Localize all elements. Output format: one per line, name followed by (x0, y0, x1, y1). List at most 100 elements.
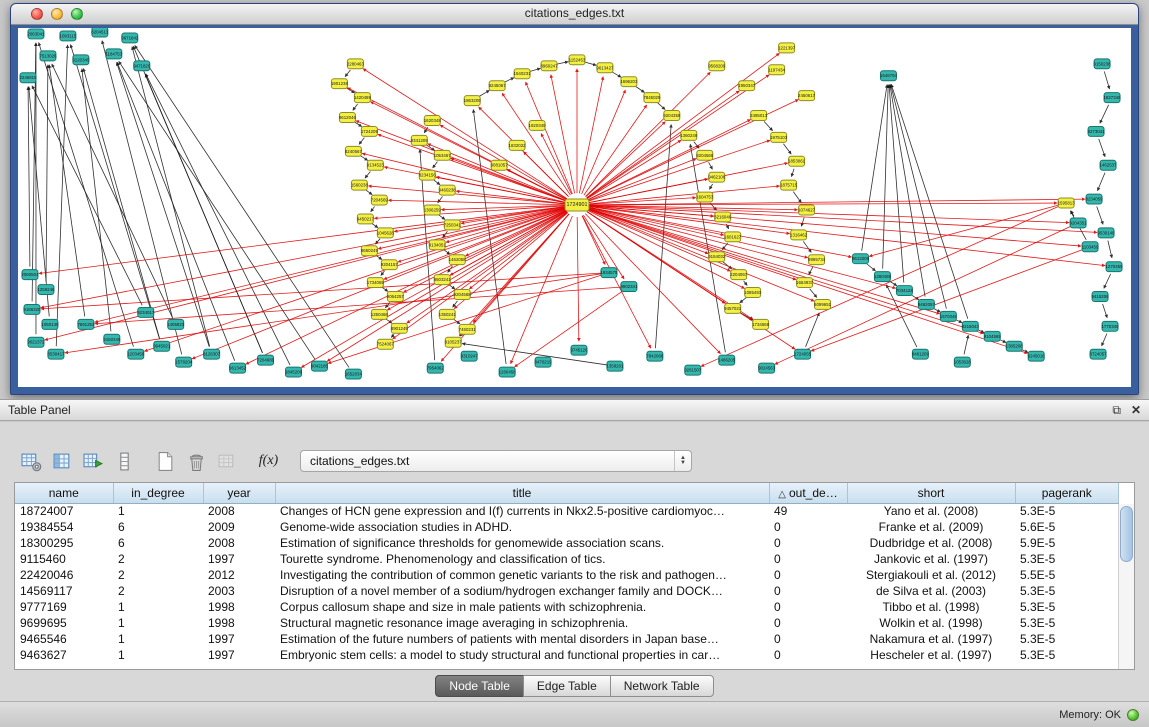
export-table-icon[interactable] (80, 448, 107, 474)
column-header-title[interactable]: title (275, 483, 769, 503)
table-row[interactable]: 946362711997Embryonic stem cells: a mode… (15, 647, 1119, 663)
graph-node[interactable]: 1280459 (874, 272, 892, 282)
minimize-button[interactable] (51, 8, 63, 20)
graph-node[interactable]: 9204157 (381, 260, 399, 270)
graph-node[interactable]: 1724209 (361, 126, 379, 136)
graph-node[interactable]: 7250341 (444, 220, 462, 230)
function-builder-icon[interactable]: f(x) (255, 448, 282, 474)
graph-node[interactable]: 7524067 (377, 339, 395, 349)
graph-node[interactable]: 8215043 (962, 321, 980, 331)
graph-node[interactable]: 7954062 (427, 363, 445, 373)
graph-node[interactable]: 9613427 (596, 63, 614, 73)
graph-node[interactable]: 9341209 (411, 135, 429, 145)
graph-node[interactable]: 1646794 (880, 71, 898, 81)
graph-node[interactable]: 8960247 (541, 61, 559, 71)
graph-node[interactable]: 8724057 (1090, 349, 1108, 359)
graph-node[interactable]: 1462058 (449, 255, 467, 265)
table-row[interactable]: 977716911998Corpus callosum shape and si… (15, 599, 1119, 615)
graph-node[interactable]: 9530148 (1098, 228, 1116, 238)
column-header-in_degree[interactable]: in_degree (113, 483, 203, 503)
graph-node[interactable]: 1827346 (1103, 93, 1121, 103)
graph-node[interactable]: 1358201 (606, 361, 624, 371)
graph-node[interactable]: 1920349 (529, 120, 547, 130)
float-panel-icon[interactable]: ⧉ (1112, 404, 1121, 416)
graph-node[interactable]: 2204067 (730, 270, 748, 280)
table-scrollbar[interactable] (1118, 504, 1134, 669)
graph-node[interactable]: 1934575 (600, 268, 618, 278)
column-header-pagerank[interactable]: pagerank (1015, 483, 1119, 503)
graph-node[interactable]: 1050139 (41, 319, 59, 329)
tab-edge-table[interactable]: Edge Table (523, 675, 611, 697)
graph-node[interactable]: 7842068 (646, 351, 664, 361)
graph-node[interactable]: 1975103 (770, 132, 788, 142)
graph-node[interactable]: 3216046 (714, 212, 732, 222)
table-mode-icon[interactable] (18, 448, 45, 474)
table-row[interactable]: 1456911722003Disruption of a novel membe… (15, 583, 1119, 599)
graph-node[interactable]: 1863209 (464, 96, 482, 106)
graph-node[interactable]: 1045628 (377, 228, 395, 238)
graph-node[interactable]: 7691253 (77, 319, 95, 329)
window-titlebar[interactable]: citations_edges.txt (11, 4, 1138, 25)
graph-node[interactable]: 6099651 (814, 299, 832, 309)
graph-node[interactable]: 9134051 (429, 240, 447, 250)
graph-node[interactable]: 2063041 (27, 29, 45, 39)
graph-node[interactable]: 9024563 (758, 363, 776, 373)
graph-node[interactable]: 8234156 (419, 170, 437, 180)
graph-node[interactable]: 9945021 (153, 341, 171, 351)
graph-node[interactable]: 1540231 (514, 69, 532, 79)
graph-node[interactable]: 1203458 (127, 349, 145, 359)
graph-node[interactable]: 1074627 (798, 205, 816, 215)
column-header-name[interactable]: name (15, 483, 113, 503)
graph-node[interactable]: 7513026 (39, 51, 57, 61)
graph-node[interactable]: 9895734 (808, 255, 826, 265)
graph-node[interactable]: 9105237 (445, 337, 463, 347)
graph-node[interactable]: 1696203 (620, 77, 638, 87)
graph-node[interactable]: 9613452 (229, 363, 247, 373)
graph-node[interactable]: 1601627 (724, 232, 742, 242)
graph-node[interactable]: 9204359 (663, 111, 681, 121)
graph-node[interactable]: 2485013 (750, 111, 768, 121)
graph-node[interactable]: 8461209 (912, 349, 930, 359)
table-row[interactable]: 946554611997Estimation of the future num… (15, 631, 1119, 647)
graph-node[interactable]: 8603241 (434, 275, 452, 285)
graph-node[interactable]: 9204351 (1070, 218, 1088, 228)
graph-node[interactable]: 8204568 (696, 150, 714, 160)
graph-node[interactable]: 9462108 (708, 172, 726, 182)
graph-node[interactable]: 1053628 (954, 357, 972, 367)
column-header-short[interactable]: short (847, 483, 1015, 503)
graph-node[interactable]: 1420489 (354, 93, 372, 103)
table-row[interactable]: 1872400712008Changes of HCN gene express… (15, 503, 1119, 519)
graph-node[interactable]: 1578204 (175, 357, 193, 367)
graph-node[interactable]: 1734069 (367, 278, 385, 288)
graph-node[interactable]: 9613208 (852, 254, 870, 264)
graph-node[interactable]: 1152453 (569, 55, 586, 65)
close-button[interactable] (31, 8, 43, 20)
graph-node[interactable]: 8234059 (1086, 194, 1104, 204)
graph-node[interactable]: 9150349 (103, 334, 121, 344)
graph-node[interactable]: 9186320 (23, 304, 41, 314)
graph-node[interactable]: 8470219 (535, 357, 553, 367)
graph-node[interactable]: 9021372 (27, 337, 45, 347)
graph-node[interactable]: 2246815 (19, 73, 37, 83)
graph-node[interactable]: 1724055 (794, 349, 812, 359)
graph-node[interactable]: 8240567 (345, 146, 363, 156)
row-height-icon[interactable] (111, 448, 138, 474)
graph-node[interactable]: 1365208 (1006, 341, 1024, 351)
graph-node[interactable]: 2060504 (21, 270, 39, 280)
tab-node-table[interactable]: Node Table (435, 675, 524, 697)
graph-node[interactable]: 1604753 (696, 192, 714, 202)
table-row[interactable]: 969969511998Structural magnetic resonanc… (15, 615, 1119, 631)
graph-node[interactable]: 9234017 (137, 307, 155, 317)
graph-node[interactable]: 2280463 (347, 59, 365, 69)
graph-node[interactable]: 1486205 (718, 355, 736, 365)
graph-node[interactable]: 9150238 (1094, 59, 1112, 69)
graph-node[interactable]: 1845209 (285, 367, 303, 377)
graph-node[interactable]: 8204513 (91, 28, 109, 37)
graph-node[interactable]: 9671842 (121, 33, 139, 43)
graph-node[interactable]: 1901238 (331, 79, 349, 89)
graph-node[interactable]: 7204986 (257, 355, 275, 365)
graph-node[interactable]: 9042185 (311, 361, 329, 371)
graph-node[interactable]: 1306259 (424, 205, 442, 215)
graph-node[interactable]: 1405823 (167, 319, 185, 329)
graph-node[interactable]: 9273041 (1088, 126, 1106, 136)
